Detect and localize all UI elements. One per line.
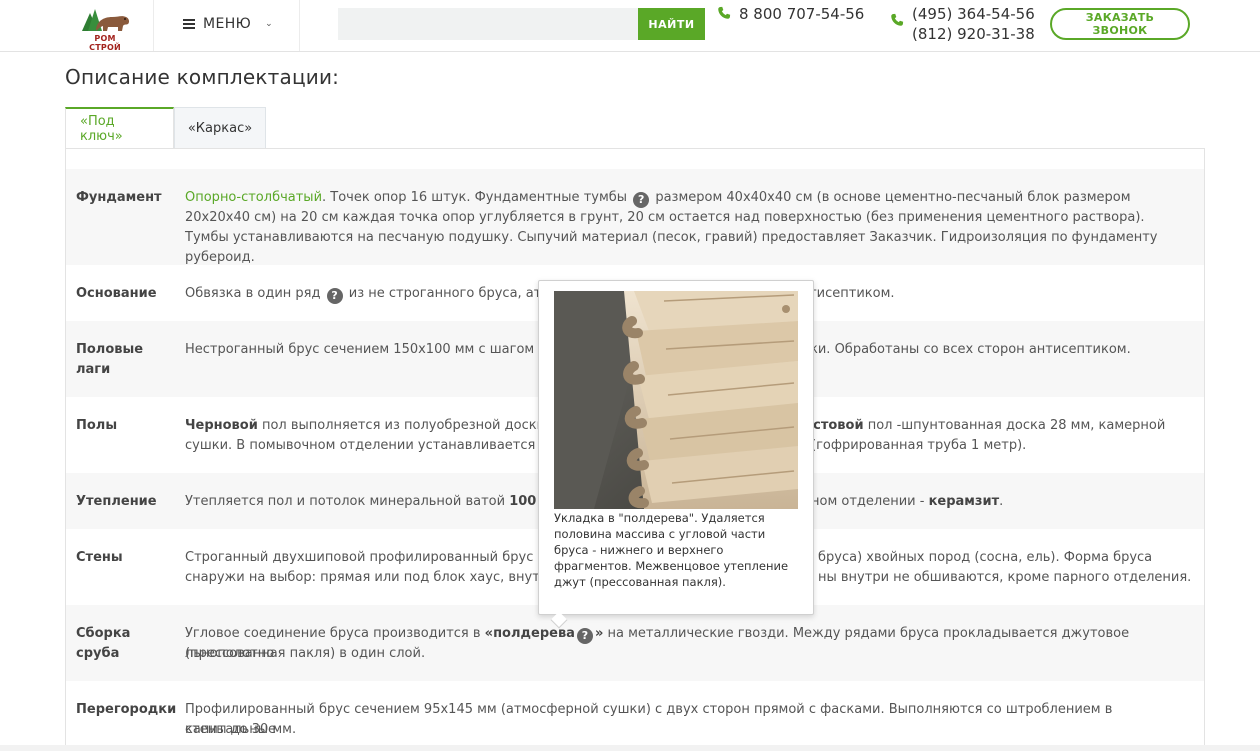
site-header: РОМ СТРОЙ МЕНЮ ⌄ НАЙТИ 8 800 707-54-56 (…	[0, 0, 1260, 52]
help-icon[interactable]: ?	[576, 628, 593, 644]
help-icon[interactable]: ?	[633, 192, 650, 208]
foundation-type-link[interactable]: Опорно-столбчатый	[185, 190, 322, 205]
row-label: Утепление	[76, 494, 157, 509]
row-value-tail: ном отделении - керамзит.	[811, 494, 1004, 509]
table-row: Сборка сруба Угловое соединение бруса про…	[66, 605, 1204, 681]
logo[interactable]: РОМ СТРОЙ	[78, 5, 132, 52]
tab-frame[interactable]: «Каркас»	[174, 107, 266, 148]
phone-moscow-number: (495) 364-54-56	[912, 5, 1035, 23]
row-value-tail: ки. Обработаны со всех сторон антисептик…	[810, 342, 1131, 357]
menu-label: МЕНЮ	[203, 16, 252, 32]
search-input[interactable]	[338, 8, 638, 40]
row-value-tail: истовой пол -шпунтованная доска 28 мм, к…	[804, 418, 1166, 433]
row-label: Фундамент	[76, 190, 162, 205]
table-row: Фундамент Опорно-столбчатый. Точек опор …	[66, 169, 1204, 265]
row-value: Опорно-столбчатый. Точек опор 16 штук. Ф…	[185, 190, 1158, 265]
row-label: Основание	[76, 286, 157, 301]
phone-main[interactable]: 8 800 707-54-56	[717, 4, 864, 24]
row-value: стены до 30 мм.	[185, 722, 297, 737]
tooltip-text: Укладка в "полдерева". Удаляется половин…	[554, 511, 789, 589]
menu-button[interactable]: МЕНЮ ⌄	[183, 14, 273, 34]
row-value: (прессованная пакля) в один слой.	[185, 646, 426, 661]
tab-turnkey[interactable]: «Под ключ»	[65, 107, 174, 148]
header-divider	[299, 0, 300, 51]
row-label: Перегородки	[76, 702, 177, 717]
row-value-tail: (гофрированная труба 1 метр).	[811, 438, 1027, 453]
tooltip-popover: Укладка в "полдерева". Удаляется половин…	[538, 280, 814, 615]
row-label: Полы	[76, 418, 118, 433]
phone-main-number: 8 800 707-54-56	[739, 5, 865, 23]
logo-text: РОМ СТРОЙ	[89, 34, 121, 52]
row-value-tail: бруса) хвойных пород (сосна, ель). Форма…	[818, 550, 1153, 565]
row-label: Сборка сруба	[76, 626, 131, 661]
chevron-down-icon: ⌄	[265, 19, 273, 29]
phone-icon	[891, 13, 904, 26]
bear-logo-icon	[82, 9, 130, 31]
page-title: Описание комплектации:	[65, 65, 340, 89]
hamburger-icon	[183, 19, 195, 29]
horizontal-scrollbar[interactable]	[0, 745, 1260, 751]
phone-spb-number: (812) 920-31-38	[912, 25, 1035, 43]
row-label: Стены	[76, 550, 123, 565]
help-icon[interactable]: ?	[326, 288, 343, 304]
phone-icon	[718, 6, 731, 19]
row-label: Половые лаги	[76, 342, 144, 377]
table-row: Перегородки Профилированный брус сечение…	[66, 681, 1204, 751]
header-divider	[153, 0, 154, 51]
log-corner-photo-icon	[554, 291, 798, 509]
timber-joint-image	[554, 291, 798, 509]
row-value-tail: ны внутри не обшиваются, кроме парного о…	[818, 570, 1192, 585]
tabs: «Под ключ» «Каркас»	[65, 107, 266, 148]
search-button[interactable]: НАЙТИ	[638, 8, 705, 40]
request-call-button[interactable]: ЗАКАЗАТЬ ЗВОНОК	[1050, 8, 1190, 40]
phone-regional[interactable]: (495) 364-54-56 (812) 920-31-38	[890, 4, 1035, 44]
row-value-tail: н антисептиком.	[780, 286, 895, 301]
